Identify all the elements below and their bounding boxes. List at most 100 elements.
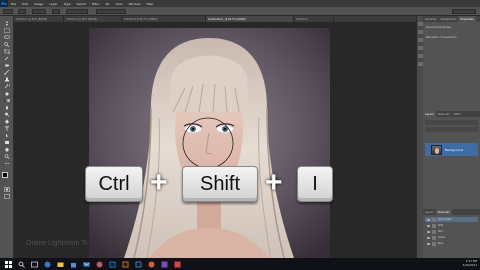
menu-file[interactable]: File [8, 2, 19, 6]
selection-mode-buttons[interactable] [18, 9, 26, 14]
key-shift: Shift [182, 166, 258, 202]
media-icon[interactable] [147, 260, 156, 268]
anti-alias-checkbox[interactable] [52, 9, 60, 14]
clock-date: 3/16/2017 [462, 263, 477, 267]
eraser-tool-icon[interactable] [3, 90, 11, 96]
system-tray[interactable]: 2:17 PM 3/16/2017 [463, 259, 477, 269]
windows-taskbar: 2:17 PM 3/16/2017 [0, 258, 480, 270]
gradient-tool-icon[interactable] [3, 97, 11, 103]
key-ctrl: Ctrl [85, 166, 143, 202]
channel-thumbnail [432, 229, 436, 234]
channel-row[interactable]: RGB [425, 223, 478, 228]
store-icon[interactable] [69, 260, 78, 268]
layers-panel-tabs: Layers Channels Paths [423, 111, 480, 117]
style-dropdown[interactable] [66, 9, 88, 14]
foreground-color-swatch[interactable] [2, 172, 8, 178]
menu-view[interactable]: View [112, 2, 125, 6]
workspace-switcher[interactable] [452, 9, 476, 14]
feather-field[interactable] [32, 9, 46, 14]
move-tool-icon[interactable] [3, 20, 11, 26]
windows-start-icon[interactable] [4, 260, 13, 268]
mail-icon[interactable] [82, 260, 91, 268]
quick-mask-mode-icon[interactable] [3, 186, 11, 192]
path-selection-tool-icon[interactable] [3, 132, 11, 138]
tools-panel [0, 16, 14, 258]
crop-tool-icon[interactable] [3, 48, 11, 54]
menu-layer[interactable]: Layer [46, 2, 60, 6]
panel-dock-strip [416, 16, 423, 258]
right-panels: Libraries Adjustments Properties Documen… [423, 16, 480, 258]
layer-thumbnail [431, 144, 442, 155]
lasso-tool-icon[interactable] [3, 34, 11, 40]
tab-adjustments[interactable]: Adjustments [438, 16, 458, 22]
tab-channels-2[interactable]: Channels [435, 209, 452, 215]
channel-thumbnail [432, 223, 436, 228]
photoshop-logo-icon: Ps [0, 0, 8, 7]
eye-icon[interactable] [427, 242, 430, 245]
tab-layers[interactable]: Layers [423, 111, 436, 117]
tab-libraries[interactable]: Libraries [423, 16, 438, 22]
tab-paths[interactable]: Paths [452, 111, 463, 117]
plus-sign-2: + [265, 166, 283, 199]
task-view-icon[interactable] [30, 260, 39, 268]
quick-selection-tool-icon[interactable] [3, 41, 11, 47]
dodge-tool-icon[interactable] [3, 111, 11, 117]
menu-edit[interactable]: Edit [19, 2, 31, 6]
channel-row[interactable]: Red [425, 229, 478, 234]
channels-panel-tabs: Layers Channels [423, 209, 480, 215]
channel-row[interactable]: Green [425, 235, 478, 240]
chrome-icon[interactable] [95, 260, 104, 268]
photoshop-window: Ps File Edit Image Layer Type Select Fil… [0, 0, 480, 270]
layer-row-background[interactable]: Background [425, 143, 478, 156]
tab-layers-2[interactable]: Layers [423, 209, 436, 215]
menu-window[interactable]: Window [126, 2, 144, 6]
channel-thumbnail [432, 235, 436, 240]
app-icon[interactable] [173, 260, 182, 268]
type-tool-icon[interactable] [3, 125, 11, 131]
layer-filter-bar[interactable] [425, 120, 478, 125]
blend-mode-bar[interactable] [425, 127, 478, 132]
channel-name: Green [438, 236, 446, 239]
app-icon[interactable] [160, 260, 169, 268]
hand-tool-icon[interactable] [3, 146, 11, 152]
channel-name: RGB [438, 224, 444, 227]
lightroom-icon[interactable] [134, 260, 143, 268]
channel-row[interactable]: Quick Mask [425, 217, 478, 222]
healing-brush-tool-icon[interactable] [3, 62, 11, 68]
tab-properties[interactable]: Properties [458, 16, 476, 22]
bridge-icon[interactable] [121, 260, 130, 268]
channel-name: Blue [438, 242, 444, 245]
more-tools-icon[interactable] [3, 160, 11, 166]
menu-type[interactable]: Type [61, 2, 74, 6]
photoshop-icon[interactable] [108, 260, 117, 268]
watermark-text: Online Lightroom Tr [26, 240, 88, 247]
key-i: I [297, 166, 333, 202]
select-and-mask-button[interactable] [96, 9, 126, 14]
menu-filter[interactable]: Filter [89, 2, 102, 6]
eye-icon[interactable] [427, 230, 430, 233]
blur-tool-icon[interactable] [3, 104, 11, 110]
eye-icon[interactable] [427, 218, 430, 221]
eye-icon[interactable] [427, 236, 430, 239]
resolution-label: Resolution: 72 pixels/inch [426, 36, 457, 39]
menu-select[interactable]: Select [74, 2, 89, 6]
menu-3d[interactable]: 3D [102, 2, 112, 6]
marquee-tool-icon[interactable] [3, 27, 11, 33]
pen-tool-icon[interactable] [3, 118, 11, 124]
tab-channels[interactable]: Channels [436, 111, 452, 117]
channel-row[interactable]: Blue [425, 241, 478, 246]
history-brush-tool-icon[interactable] [3, 83, 11, 89]
edge-icon[interactable] [43, 260, 52, 268]
brush-tool-icon[interactable] [3, 69, 11, 75]
menu-help[interactable]: Help [143, 2, 156, 6]
eye-icon[interactable] [427, 224, 430, 227]
zoom-tool-icon[interactable] [3, 153, 11, 159]
folder-icon[interactable] [56, 260, 65, 268]
eyedropper-tool-icon[interactable] [3, 55, 11, 61]
tool-preset-picker[interactable] [3, 9, 13, 14]
menu-image[interactable]: Image [31, 2, 46, 6]
clone-stamp-tool-icon[interactable] [3, 76, 11, 82]
search-icon[interactable] [17, 260, 26, 268]
screen-mode-icon[interactable] [3, 193, 11, 199]
rectangle-tool-icon[interactable] [3, 139, 11, 145]
